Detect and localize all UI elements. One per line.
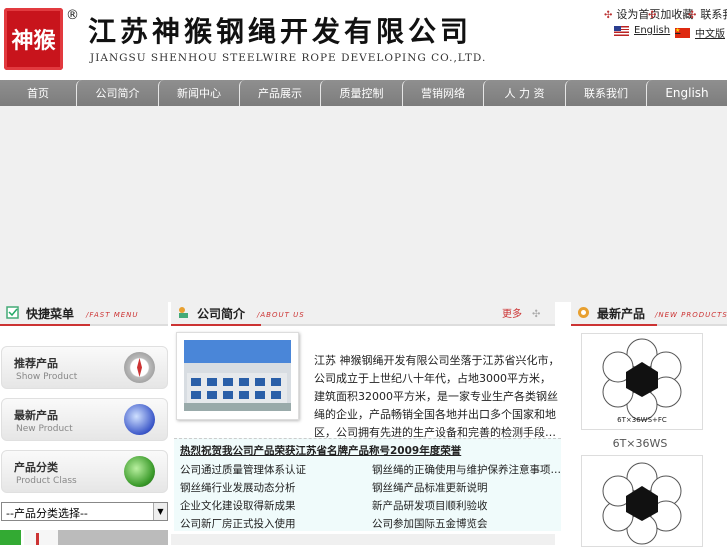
show-product-card[interactable]: 推荐产品 Show Product	[1, 346, 168, 389]
compass-icon	[124, 352, 155, 383]
bullet-icon: ✣	[688, 10, 697, 21]
nav-about[interactable]: 公司简介	[76, 80, 158, 106]
nav-home[interactable]: 首页	[0, 80, 76, 106]
bottom-thumb	[24, 530, 58, 545]
globe-icon	[124, 404, 155, 435]
product-icon	[578, 307, 589, 318]
card-label-en: Show Product	[16, 372, 78, 382]
nav-english[interactable]: English	[646, 80, 727, 106]
about-header: 公司简介 /ABOUT US 更多 ✣	[171, 302, 555, 326]
product-caption: 6T×36WS+FC	[617, 416, 667, 424]
nav-marketing[interactable]: 营销网络	[402, 80, 483, 106]
news-item[interactable]: 公司通过质量管理体系认证	[180, 462, 306, 477]
company-logo[interactable]: 神猴	[4, 8, 63, 70]
about-text: 江苏 神猴钢绳开发有限公司坐落于江苏省兴化市，公司成立于上世纪八十年代，占地30…	[314, 354, 560, 439]
us-flag-icon	[614, 25, 629, 36]
next-section-header	[171, 534, 555, 545]
card-label-cn: 产品分类	[14, 461, 58, 474]
contact-link[interactable]: ✣联系我们	[688, 6, 727, 22]
nav-products[interactable]: 产品展示	[239, 80, 320, 106]
news-item[interactable]: 钢丝绳产品标准更新说明	[372, 480, 488, 495]
about-subtitle: /ABOUT US	[257, 311, 305, 319]
news-item[interactable]: 新产品研发项目顺利验收	[372, 498, 488, 513]
fast-menu-header: 快捷菜单 /FAST MENU	[0, 302, 168, 326]
bottom-green-tile	[0, 530, 21, 545]
about-more-link[interactable]: 更多 ✣	[502, 305, 540, 320]
main-nav: 首页 公司简介 新闻中心 产品展示 质量控制 营销网络 人 力 资 联系我们 E…	[0, 80, 727, 106]
hero-banner	[0, 106, 727, 302]
product-image[interactable]	[581, 455, 703, 547]
more-arrow-icon: ✣	[532, 309, 541, 320]
about-icon	[179, 307, 188, 318]
chevron-down-icon: ▼	[153, 503, 167, 520]
nav-hr[interactable]: 人 力 资	[483, 80, 565, 106]
nav-news[interactable]: 新闻中心	[158, 80, 239, 106]
fast-menu-title: 快捷菜单	[26, 307, 75, 321]
nav-quality[interactable]: 质量控制	[320, 80, 402, 106]
news-item[interactable]: 钢丝绳的正确使用与维护保养注意事项…	[372, 462, 561, 477]
product-class-card[interactable]: 产品分类 Product Class	[1, 450, 168, 493]
news-headline[interactable]: 热烈祝贺我公司产品荣获江苏省名牌产品称号2009年度荣誉	[180, 443, 461, 458]
bullet-icon: ✣	[604, 10, 613, 21]
card-label-cn: 最新产品	[14, 409, 58, 422]
earth-icon	[124, 456, 155, 487]
lang-english-link[interactable]: English	[614, 25, 670, 36]
card-label-cn: 推荐产品	[14, 357, 58, 370]
new-products-title: 最新产品	[597, 307, 646, 321]
product-image[interactable]: 6T×36WS+FC	[581, 333, 703, 430]
nav-contact[interactable]: 联系我们	[565, 80, 646, 106]
bookmark-link[interactable]: ✣ 加收藏	[648, 6, 693, 22]
news-item[interactable]: 公司参加国际五金博览会	[372, 516, 488, 531]
card-label-en: Product Class	[16, 476, 77, 486]
new-products-subtitle: /NEW PRODUCTS	[655, 311, 727, 319]
company-name-en: JIANGSU SHENHOU STEELWIRE ROPE DEVELOPIN…	[90, 52, 487, 64]
product-name[interactable]: 6T×36WS	[580, 437, 700, 450]
company-name-cn: 江苏神猴钢绳开发有限公司	[88, 15, 473, 48]
logo-text: 神猴	[11, 29, 56, 54]
fast-menu-subtitle: /FAST MENU	[86, 311, 139, 319]
menu-icon	[6, 306, 19, 319]
company-building-photo	[176, 332, 299, 420]
news-item[interactable]: 公司新厂房正式投入使用	[180, 516, 296, 531]
lang-chinese-link[interactable]: ★ 中文版	[675, 25, 725, 40]
registered-mark: ®	[66, 8, 79, 23]
china-flag-icon: ★	[675, 27, 690, 38]
bullet-icon: ✣	[648, 10, 657, 21]
select-value: --产品分类选择--	[6, 507, 88, 520]
news-item[interactable]: 钢丝绳行业发展动态分析	[180, 480, 296, 495]
news-item[interactable]: 企业文化建设取得新成果	[180, 498, 296, 513]
product-class-select[interactable]: --产品分类选择-- ▼	[1, 502, 168, 521]
new-product-card[interactable]: 最新产品 New Product	[1, 398, 168, 441]
about-title: 公司简介	[197, 307, 246, 321]
new-products-header: 最新产品 /NEW PRODUCTS	[571, 302, 727, 326]
card-label-en: New Product	[16, 424, 73, 434]
news-list: 热烈祝贺我公司产品荣获江苏省名牌产品称号2009年度荣誉 公司通过质量管理体系认…	[174, 438, 561, 531]
bottom-gray-banner	[58, 530, 168, 545]
